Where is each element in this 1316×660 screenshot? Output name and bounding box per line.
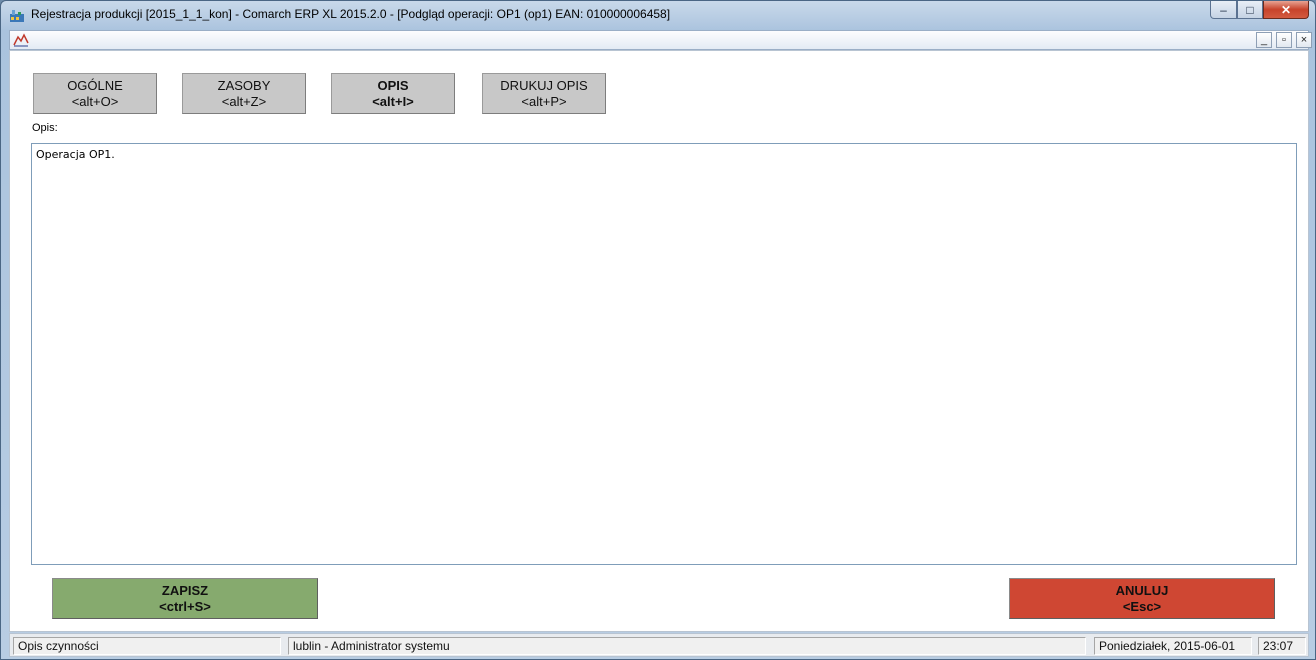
tab-drukuj-opis[interactable]: DRUKUJ OPIS <alt+P>: [482, 73, 606, 114]
mdi-child-bar: _ ▫ ×: [9, 30, 1312, 50]
maximize-button[interactable]: □: [1237, 1, 1263, 19]
mdi-minimize-button[interactable]: _: [1256, 32, 1272, 48]
close-icon: ✕: [1280, 2, 1292, 17]
tab-opis[interactable]: OPIS <alt+I>: [331, 73, 455, 114]
tab-label: ZASOBY: [217, 77, 271, 93]
save-shortcut: <ctrl+S>: [159, 598, 211, 614]
tab-shortcut: <alt+O>: [71, 93, 119, 109]
tab-shortcut: <alt+I>: [372, 93, 414, 109]
status-date: Poniedziałek, 2015-06-01: [1094, 637, 1252, 655]
opis-label: Opis:: [32, 122, 58, 134]
factory-app-icon: [10, 10, 24, 22]
tab-label: OGÓLNE: [67, 77, 123, 93]
cancel-button[interactable]: ANULUJ <Esc>: [1009, 578, 1275, 619]
title-bar[interactable]: Rejestracja produkcji [2015_1_1_kon] - C…: [1, 1, 1315, 29]
status-time: 23:07: [1258, 637, 1306, 655]
tab-ogolne[interactable]: OGÓLNE <alt+O>: [33, 73, 157, 114]
app-window: Rejestracja produkcji [2015_1_1_kon] - C…: [0, 0, 1316, 660]
status-action: Opis czynności: [13, 637, 281, 655]
restore-icon: ▫: [1282, 34, 1286, 46]
mdi-restore-button[interactable]: ▫: [1276, 32, 1292, 48]
content-panel: OGÓLNE <alt+O> ZASOBY <alt+Z> OPIS <alt+…: [9, 50, 1309, 632]
tab-shortcut: <alt+Z>: [221, 93, 267, 109]
mdi-close-button[interactable]: ×: [1296, 32, 1312, 48]
save-button[interactable]: ZAPISZ <ctrl+S>: [52, 578, 318, 619]
close-button[interactable]: ✕: [1263, 1, 1309, 19]
cancel-shortcut: <Esc>: [1122, 598, 1162, 614]
chart-line-icon: [13, 33, 29, 47]
minimize-button[interactable]: –: [1210, 1, 1237, 19]
save-label: ZAPISZ: [161, 582, 209, 598]
tab-label: DRUKUJ OPIS: [500, 77, 588, 93]
status-user: lublin - Administrator systemu: [288, 637, 1086, 655]
window-title: Rejestracja produkcji [2015_1_1_kon] - C…: [31, 7, 671, 21]
maximize-icon: □: [1246, 2, 1254, 17]
minimize-icon: _: [1260, 34, 1268, 46]
status-bar: Opis czynności lublin - Administrator sy…: [9, 633, 1309, 657]
minimize-icon: –: [1220, 2, 1227, 17]
tab-label: OPIS: [377, 77, 409, 93]
tab-shortcut: <alt+P>: [521, 93, 567, 109]
cancel-label: ANULUJ: [1115, 582, 1169, 598]
close-icon: ×: [1300, 34, 1308, 46]
opis-textarea[interactable]: Operacja OP1.: [31, 143, 1297, 565]
tab-zasoby[interactable]: ZASOBY <alt+Z>: [182, 73, 306, 114]
